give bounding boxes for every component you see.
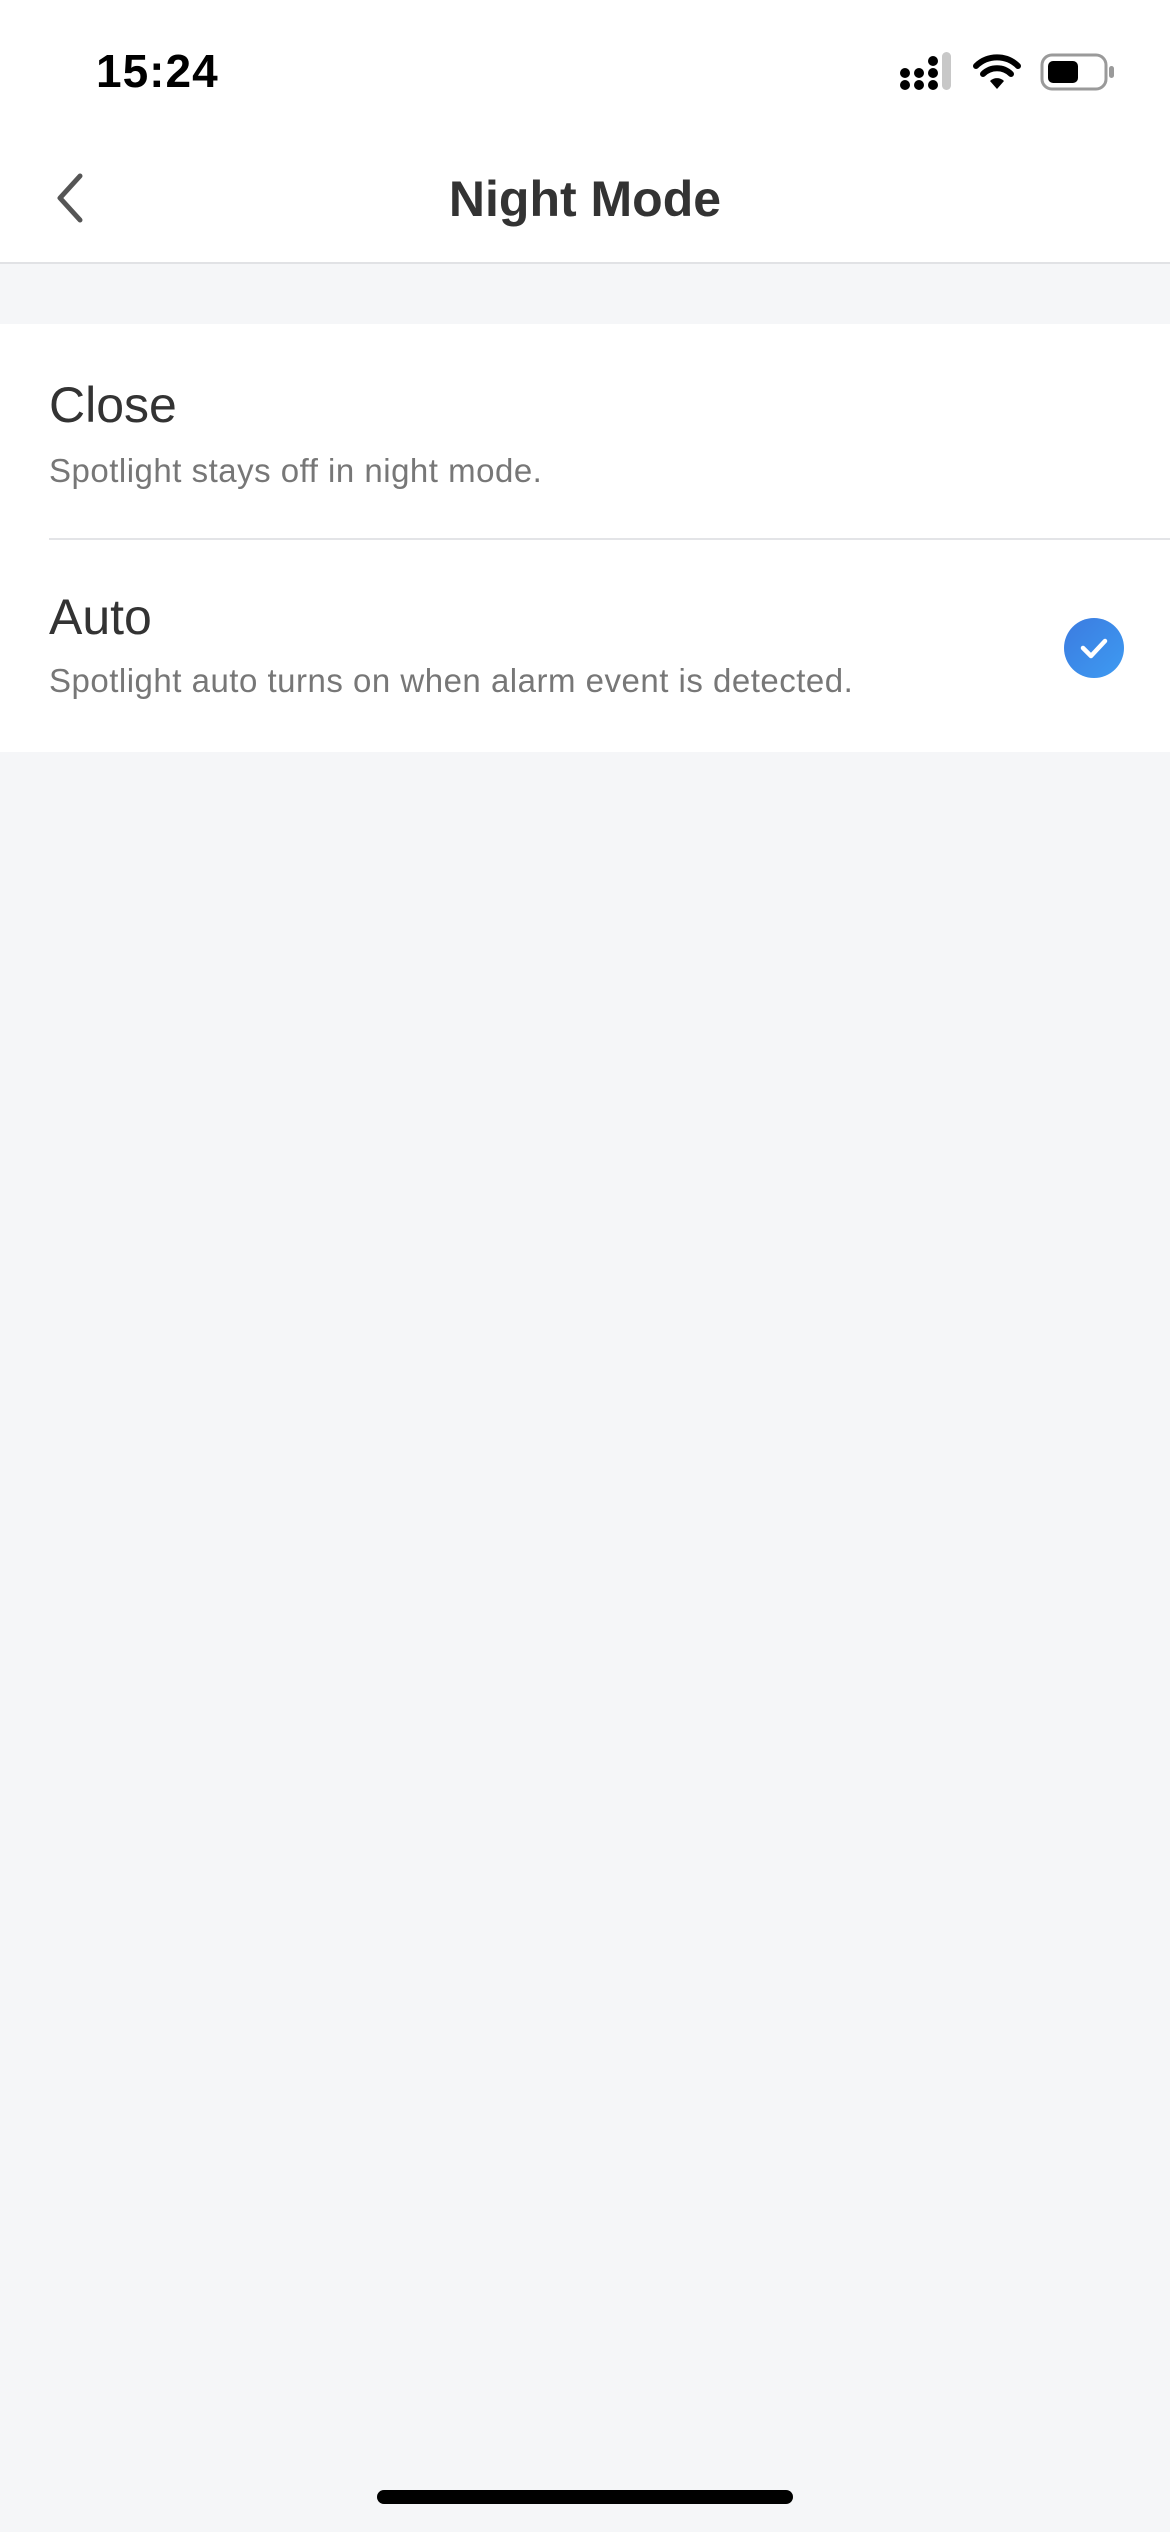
navigation-bar: Night Mode — [0, 140, 1170, 264]
page-title: Night Mode — [448, 171, 722, 227]
battery-icon — [1040, 53, 1116, 96]
option-description: Spotlight stays off in night mode. — [49, 452, 543, 489]
status-bar: 15:24 — [0, 0, 1170, 140]
option-close[interactable]: Close Spotlight stays off in night mode. — [0, 324, 1170, 538]
option-auto[interactable]: Auto Spotlight auto turns on when alarm … — [0, 538, 1170, 752]
option-title: Close — [49, 377, 177, 433]
cellular-signal-icon — [898, 52, 954, 97]
option-title: Auto — [49, 589, 152, 645]
home-indicator — [377, 2490, 793, 2504]
option-description: Spotlight auto turns on when alarm event… — [49, 662, 854, 699]
check-circle-icon — [1064, 618, 1124, 678]
status-icons — [898, 52, 1116, 97]
wifi-icon — [972, 53, 1022, 96]
night-mode-options: Close Spotlight stays off in night mode.… — [0, 324, 1170, 752]
status-time: 15:24 — [96, 45, 219, 97]
